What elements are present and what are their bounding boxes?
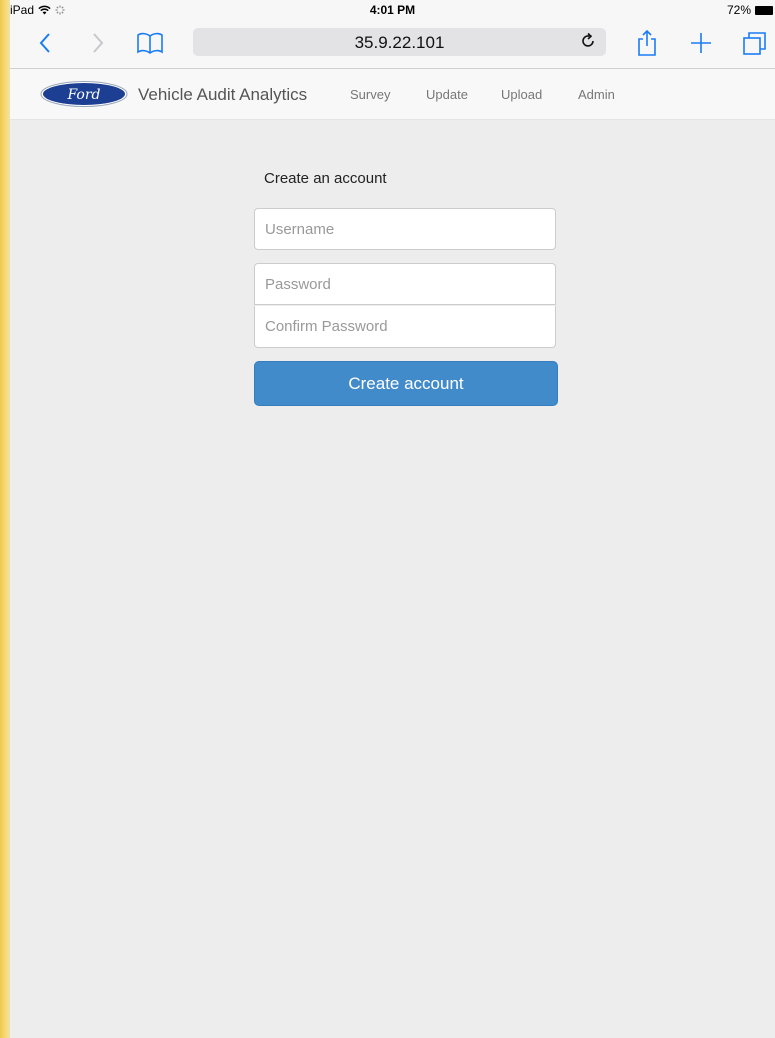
- site-navbar: Ford Vehicle Audit Analytics Survey Upda…: [10, 69, 775, 120]
- username-input[interactable]: [254, 208, 556, 250]
- ipad-screen: iPad 4:01 PM 72% 35.9.22.101 Ford Vehicl…: [10, 0, 775, 1038]
- status-time: 4:01 PM: [369, 3, 416, 17]
- reload-icon[interactable]: [580, 32, 596, 55]
- back-icon[interactable]: [30, 28, 60, 58]
- form-heading: Create an account: [264, 170, 387, 187]
- nav-link-update[interactable]: Update: [426, 87, 468, 102]
- ford-logo[interactable]: Ford: [40, 81, 128, 107]
- create-account-button[interactable]: Create account: [254, 361, 558, 406]
- address-url[interactable]: 35.9.22.101: [193, 33, 606, 53]
- password-input[interactable]: [254, 263, 556, 305]
- battery-percent: 72%: [726, 3, 751, 17]
- nav-link-survey[interactable]: Survey: [350, 87, 390, 102]
- bookmarks-icon[interactable]: [135, 28, 165, 58]
- status-bar: iPad 4:01 PM 72%: [10, 0, 775, 20]
- brand-title[interactable]: Vehicle Audit Analytics: [138, 85, 307, 105]
- browser-toolbar: 35.9.22.101: [10, 20, 775, 69]
- confirm-password-input[interactable]: [254, 306, 556, 348]
- frame-left-border: [0, 0, 10, 1038]
- nav-link-upload[interactable]: Upload: [501, 87, 542, 102]
- status-right: 72%: [727, 3, 773, 17]
- share-icon[interactable]: [632, 28, 662, 58]
- forward-icon[interactable]: [83, 28, 113, 58]
- tabs-icon[interactable]: [740, 28, 770, 58]
- battery-icon: [755, 5, 773, 15]
- nav-link-admin[interactable]: Admin: [578, 87, 615, 102]
- new-tab-icon[interactable]: [686, 28, 716, 58]
- svg-text:Ford: Ford: [66, 87, 100, 103]
- address-bar[interactable]: 35.9.22.101: [193, 28, 606, 56]
